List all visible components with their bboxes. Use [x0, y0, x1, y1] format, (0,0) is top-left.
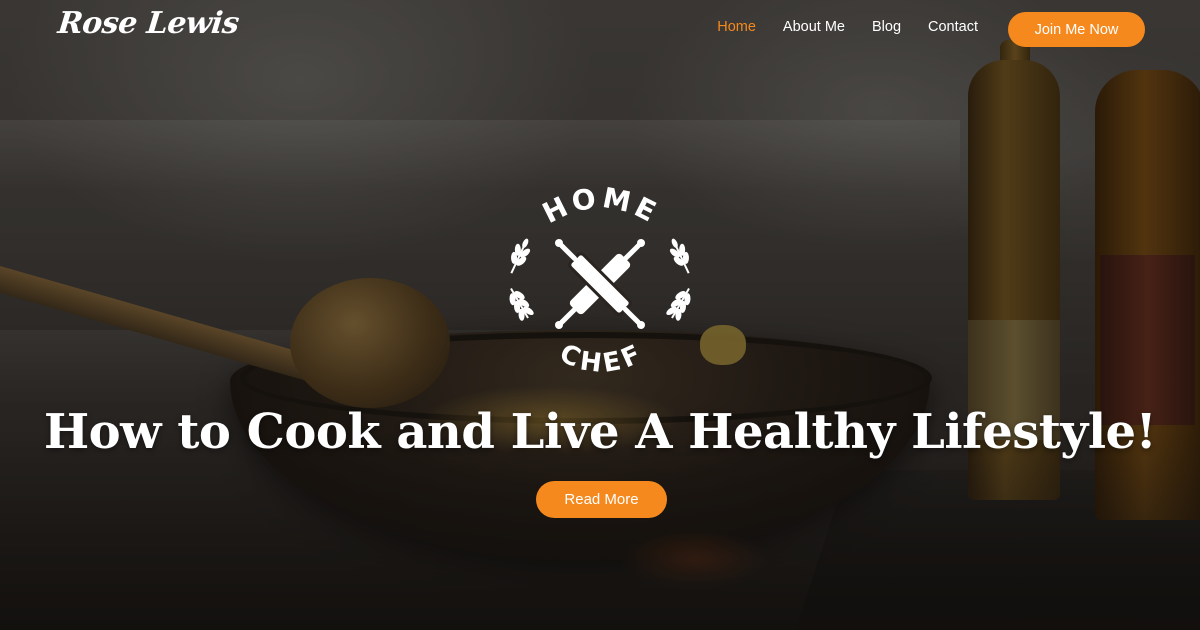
hero-title: How to Cook and Live A Healthy Lifestyle…	[43, 404, 1157, 460]
nav-blog-link[interactable]: Blog	[872, 19, 901, 35]
join-me-now-button[interactable]: Join Me Now	[1008, 12, 1145, 47]
wheat-right-top-icon	[669, 238, 690, 274]
nav-home-link[interactable]: Home	[717, 19, 756, 35]
read-more-button[interactable]: Read More	[536, 481, 667, 518]
main-nav: Home About Me Blog Contact	[690, 19, 978, 35]
crossed-rolling-pins-icon	[554, 238, 646, 330]
wheat-left-bottom-icon	[509, 288, 534, 321]
wheat-left-top-icon	[510, 238, 531, 274]
nav-about-link[interactable]: About Me	[783, 19, 845, 35]
badge-top-text: HOME	[537, 181, 665, 230]
badge-bottom-text: CHEF	[555, 338, 649, 379]
nav-contact-link[interactable]: Contact	[928, 19, 978, 35]
brand-logo[interactable]: Rose Lewis	[56, 6, 240, 41]
home-chef-badge: HOME CHEF	[509, 181, 691, 379]
wheat-right-bottom-icon	[666, 288, 691, 321]
